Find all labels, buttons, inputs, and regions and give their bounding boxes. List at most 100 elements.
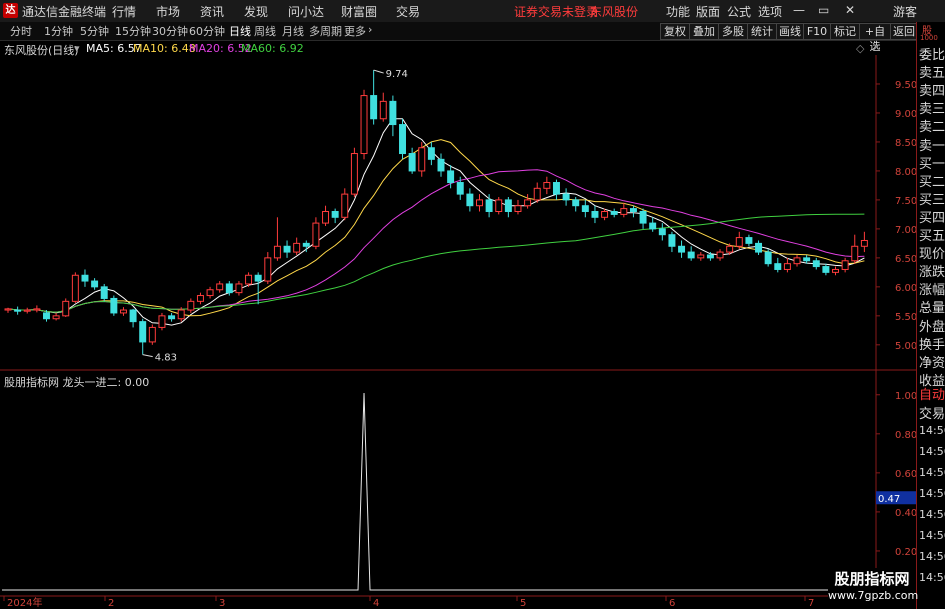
back-button[interactable]: 返回 — [890, 23, 918, 40]
candle-body — [341, 193, 349, 218]
menu-options[interactable]: 选项 — [758, 3, 782, 20]
side-time-4: 14:56 — [919, 508, 945, 521]
tab-period-more[interactable]: 更多 — [344, 23, 366, 39]
chevron-right-icon[interactable]: › — [368, 23, 372, 36]
overlay-button[interactable]: 叠加 — [689, 23, 719, 40]
menu-xiaoda[interactable]: 问小达 — [288, 3, 324, 20]
candle-body — [678, 245, 686, 253]
menu-market[interactable]: 市场 — [156, 3, 180, 20]
candle-body — [456, 182, 464, 195]
candle-body — [71, 274, 79, 302]
y-tick-label: 9.50 — [895, 80, 916, 91]
low-marker-line — [142, 354, 153, 358]
candle-body — [177, 309, 185, 320]
side-item-8: 买三 — [919, 192, 945, 208]
candle-body — [735, 237, 743, 247]
side-item-12: 涨跌 — [919, 265, 945, 281]
menu-fortune[interactable]: 财富圈 — [341, 3, 377, 20]
tab-period-multi[interactable]: 多周期 — [309, 23, 342, 39]
f10-button[interactable]: F10 — [803, 23, 831, 40]
candle-body — [485, 199, 493, 213]
draw-line-button[interactable]: 画线 — [776, 23, 804, 40]
side-time-0: 14:56 — [919, 424, 945, 437]
candle-body — [225, 283, 233, 294]
menu-discover[interactable]: 发现 — [244, 3, 268, 20]
tab-period-30min[interactable]: 30分钟 — [152, 23, 188, 39]
candle-body — [370, 95, 378, 120]
app-logo-icon: 达 — [3, 3, 18, 18]
candle-body — [687, 251, 695, 259]
candle-body — [100, 286, 108, 299]
candle-body — [774, 263, 782, 270]
side-item-5: 卖一 — [919, 138, 945, 154]
candle-body — [716, 251, 724, 259]
tab-period-60min[interactable]: 60分钟 — [189, 23, 225, 39]
candle-body — [418, 147, 426, 172]
ind-y-tick-label: 0.60 — [895, 469, 916, 480]
candle-body — [832, 268, 839, 273]
side-time-2: 14:56 — [919, 466, 945, 479]
ma5-line — [7, 118, 865, 326]
side-item-10: 买五 — [919, 229, 945, 244]
broker-status[interactable]: 证券交易未登录 — [514, 3, 598, 20]
candle-body — [601, 211, 609, 218]
tab-period-daily[interactable]: 日线 — [229, 23, 251, 39]
candle-body — [52, 315, 60, 320]
tab-period-monthly[interactable]: 月线 — [282, 23, 304, 39]
stats-button[interactable]: 统计 — [747, 23, 777, 40]
tab-period-1min[interactable]: 1分钟 — [44, 23, 73, 39]
restore-icon[interactable]: ▭ — [818, 3, 829, 17]
x-tick-label: 6 — [669, 598, 675, 609]
candle-body — [466, 193, 474, 207]
tab-period-5min[interactable]: 5分钟 — [80, 23, 109, 39]
ind-y-tick-label: 0.80 — [895, 430, 916, 441]
y-tick-label: 7.00 — [895, 225, 916, 236]
candle-body — [331, 211, 339, 218]
add-watchlist-button[interactable]: +自选 — [859, 23, 891, 53]
current-value-label: 0.47 — [878, 494, 900, 505]
minimize-icon[interactable]: — — [793, 3, 805, 17]
menu-trade[interactable]: 交易 — [396, 3, 420, 20]
tab-period-15min[interactable]: 15分钟 — [115, 23, 151, 39]
adjust-button[interactable]: 复权 — [660, 23, 690, 40]
ind-y-tick-label: 0.20 — [895, 547, 916, 558]
close-icon[interactable]: ✕ — [845, 3, 855, 17]
candle-body — [312, 222, 320, 247]
candle-body — [33, 308, 41, 311]
side-item-11: 现价 — [919, 247, 945, 263]
price-chart[interactable]: 9.74 4.83 9.50 9.00 8.50 8.00 7.50 7.00 6.50 6.0… — [0, 40, 916, 609]
menu-news[interactable]: 资讯 — [200, 3, 224, 20]
multi-stock-button[interactable]: 多股 — [718, 23, 748, 40]
x-tick-label: 2024年 — [7, 596, 42, 609]
menu-layout[interactable]: 版面 — [696, 3, 720, 20]
y-tick-label: 5.50 — [895, 312, 916, 323]
guest-label[interactable]: 游客 — [893, 3, 917, 20]
menu-function[interactable]: 功能 — [666, 3, 690, 20]
low-label: 4.83 — [155, 353, 177, 364]
x-tick-label: 7 — [808, 598, 814, 609]
ma60-line — [7, 213, 865, 313]
candle-body — [408, 153, 416, 172]
candle-body — [610, 211, 618, 215]
y-tick-label: 8.00 — [895, 167, 916, 178]
candle-body — [764, 251, 772, 265]
x-tick-label: 4 — [373, 598, 379, 609]
candle-body — [543, 182, 551, 189]
side-item-19: 自动 — [919, 388, 945, 403]
watermark-line2: www.7gpzb.com — [828, 589, 919, 602]
y-tick-label: 6.50 — [895, 254, 916, 265]
menu-formula[interactable]: 公式 — [727, 3, 751, 20]
mark-button[interactable]: 标记 — [830, 23, 860, 40]
side-item-1: 卖五 — [919, 66, 945, 82]
candle-body — [803, 257, 811, 262]
candle-body — [476, 199, 483, 207]
ind-y-tick-label: 1.00 — [895, 391, 916, 402]
side-item-6: 买一 — [919, 156, 945, 172]
menu-quotes[interactable]: 行情 — [112, 3, 136, 20]
candle-body — [235, 283, 243, 294]
x-tick-label: 5 — [520, 598, 526, 609]
side-time-3: 14:56 — [919, 487, 945, 500]
side-item-16: 换手 — [919, 337, 945, 353]
tab-period-weekly[interactable]: 周线 — [254, 23, 276, 39]
tab-period-timeshare[interactable]: 分时 — [10, 23, 32, 39]
